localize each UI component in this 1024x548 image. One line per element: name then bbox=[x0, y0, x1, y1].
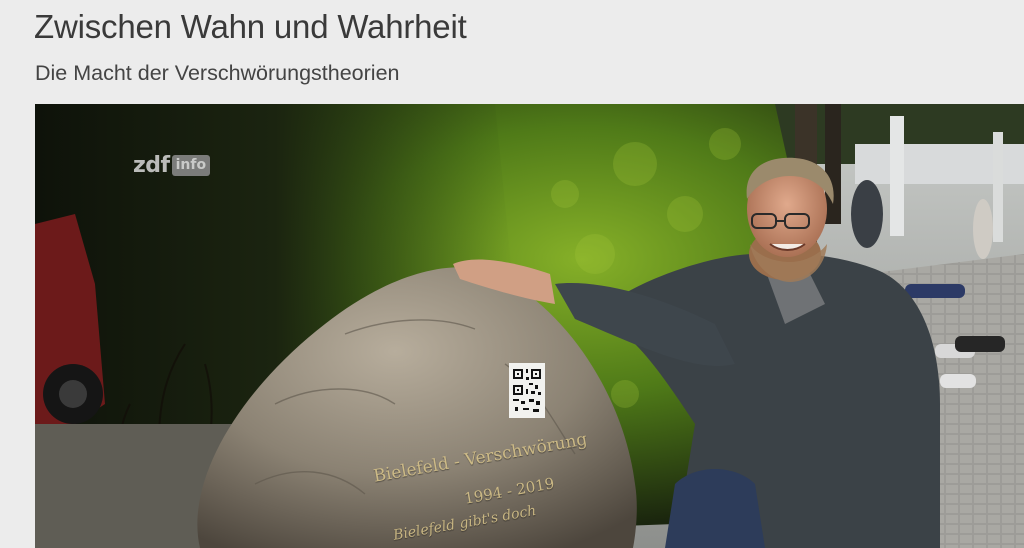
qr-code-icon bbox=[509, 363, 545, 418]
logo-brand-text: zdf bbox=[133, 153, 170, 178]
logo-channel-badge: info bbox=[171, 155, 211, 176]
page-title: Zwischen Wahn und Wahrheit bbox=[34, 8, 467, 45]
page-subtitle: Die Macht der Verschwörungstheorien bbox=[35, 61, 400, 85]
zdfinfo-logo: zdf info bbox=[133, 153, 211, 178]
video-player[interactable]: zdf info Bielefeld - Verschwörung 1994 -… bbox=[35, 104, 1024, 548]
